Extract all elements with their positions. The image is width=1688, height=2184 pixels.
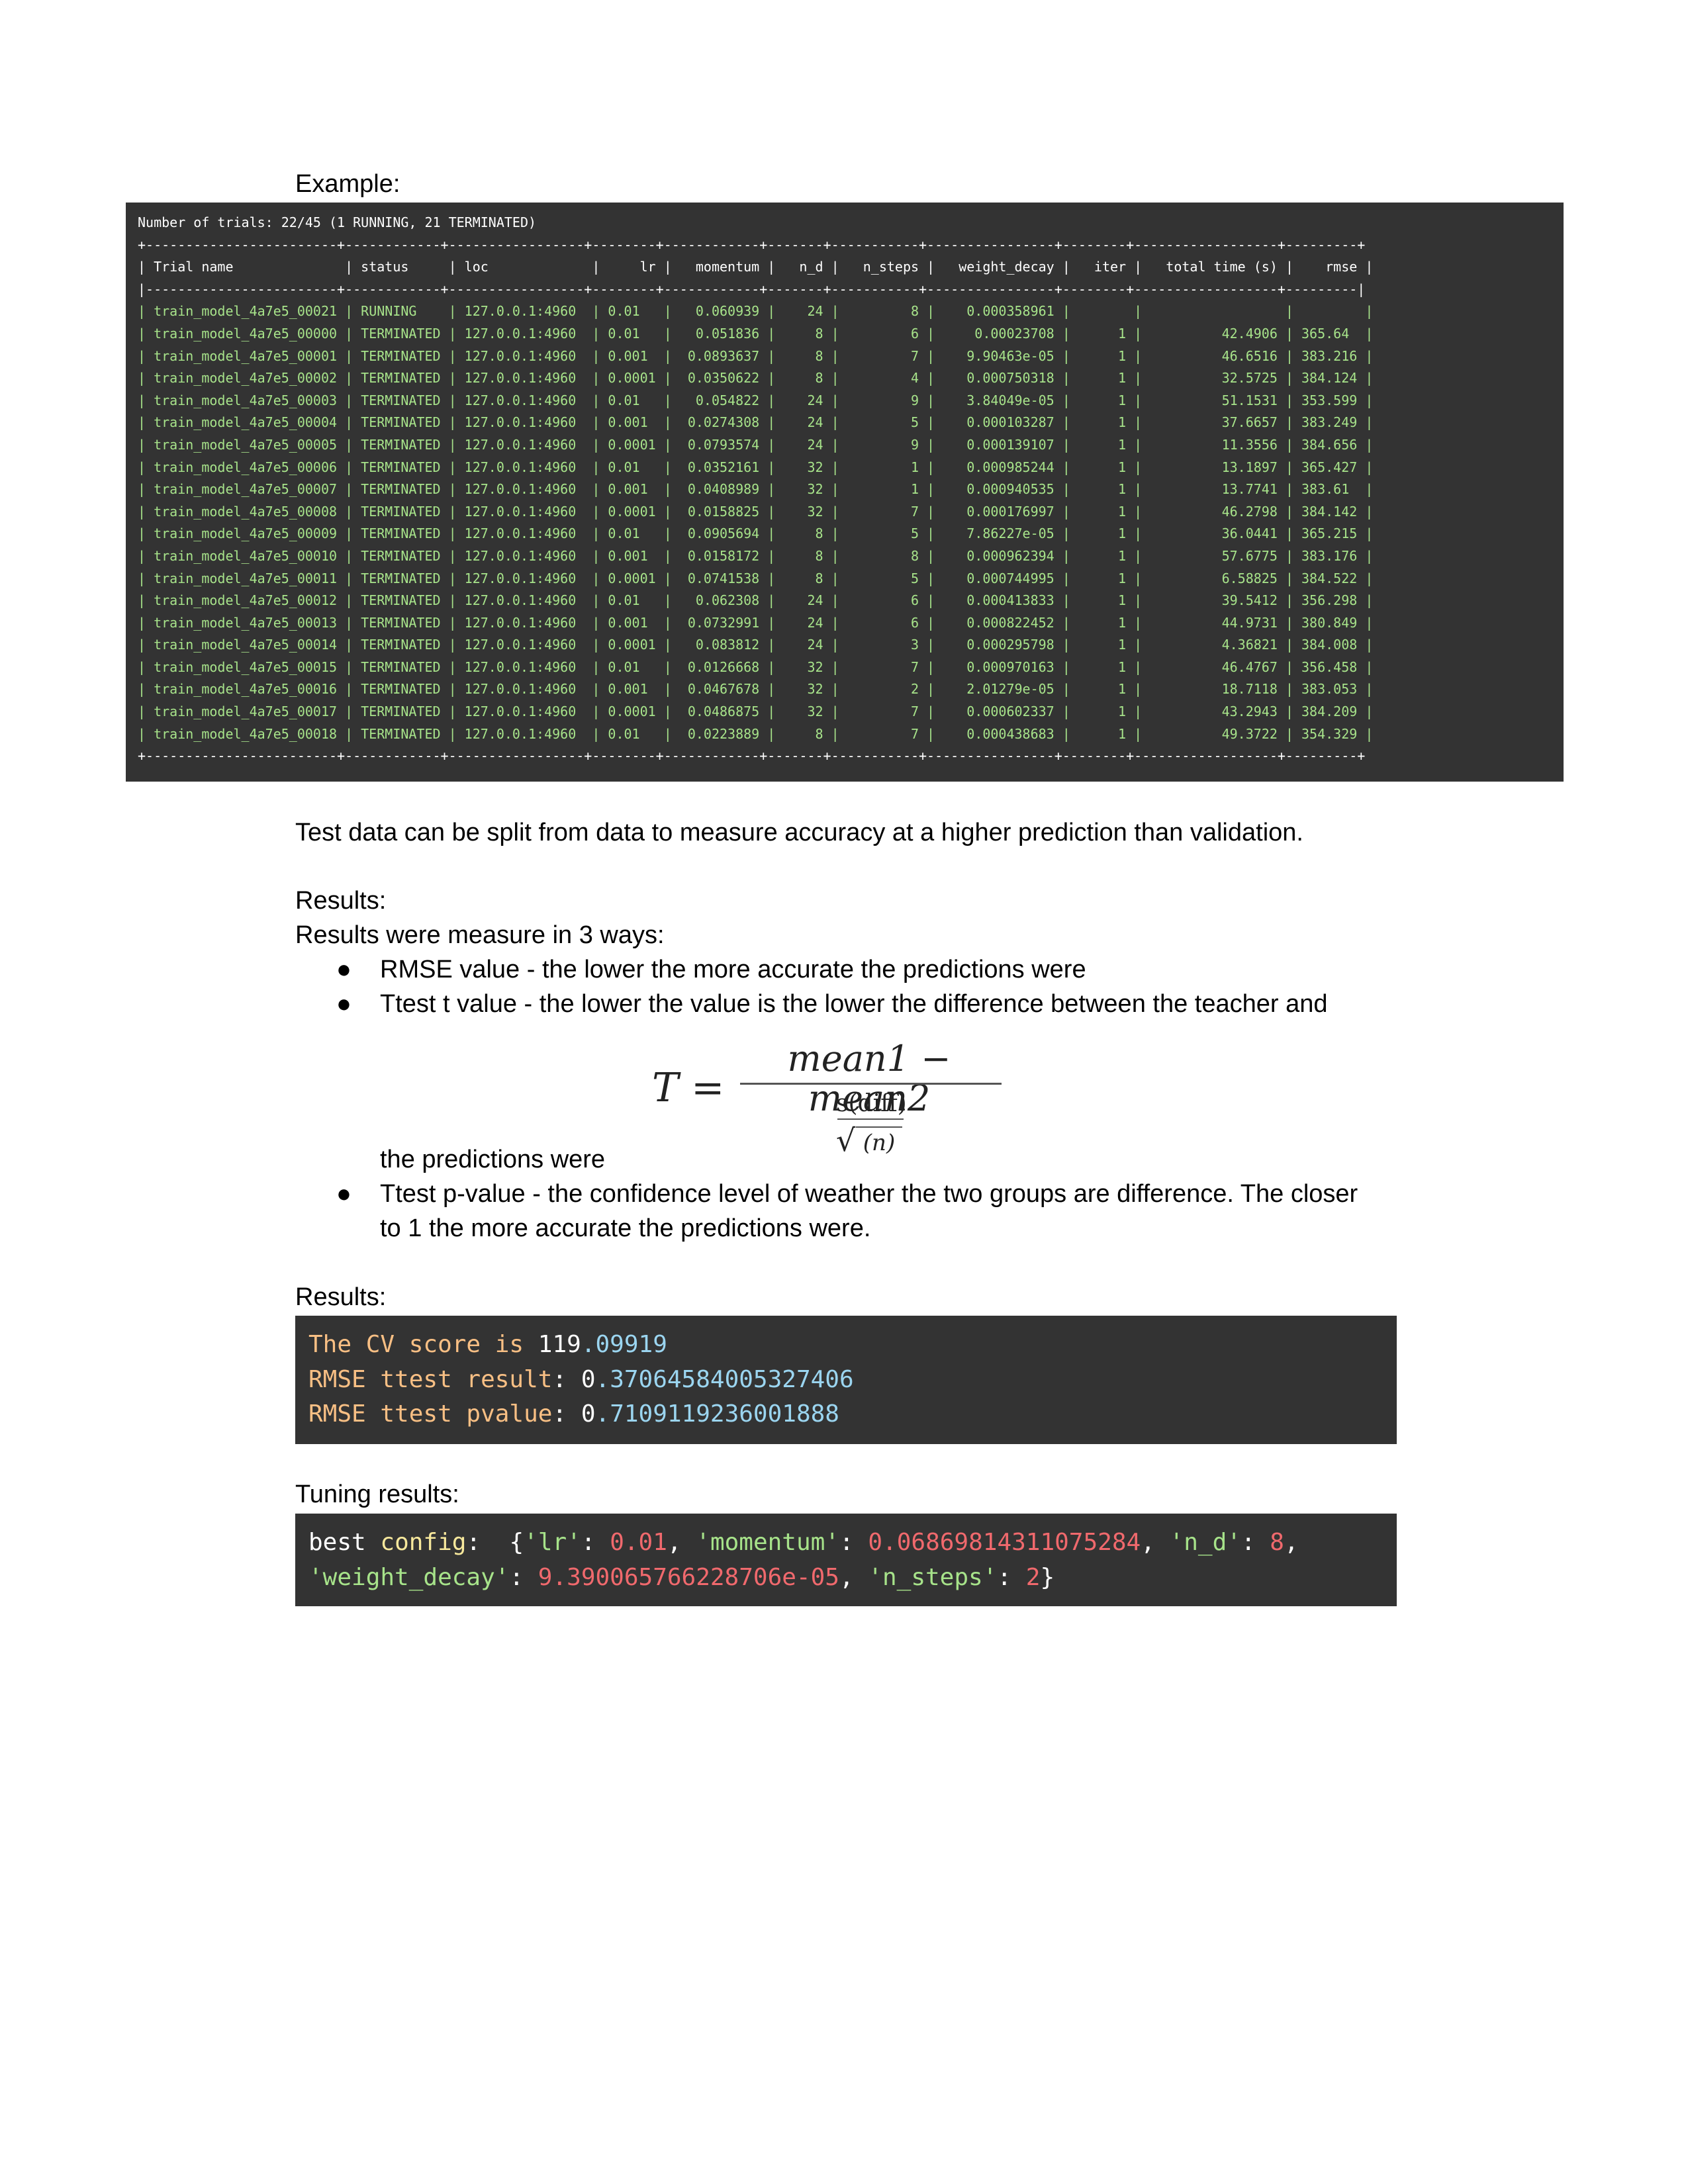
table-row: | train_model_4a7e5_00011 | TERMINATED |… (138, 570, 1374, 586)
table-header-separator: |------------------------+------------+-… (138, 281, 1366, 297)
table-row: | train_model_4a7e5_00010 | TERMINATED |… (138, 547, 1374, 564)
best-config-line-1: best config: {'lr': 0.01, 'momentum': 0.… (308, 1529, 1299, 1556)
t-test-formula: T = mean1 − mean2 s(diff) √ (n) (652, 1039, 1009, 1178)
table-row: | train_model_4a7e5_00006 | TERMINATED |… (138, 459, 1374, 475)
results-heading: Results: (295, 887, 387, 915)
sqrt-icon: √ (836, 1122, 856, 1158)
table-row: | train_model_4a7e5_00014 | TERMINATED |… (138, 637, 1374, 653)
formula-lhs: T = (652, 1065, 725, 1111)
table-row: | train_model_4a7e5_00015 | TERMINATED |… (138, 659, 1374, 675)
tuning-code-block: best config: {'lr': 0.01, 'momentum': 0.… (295, 1514, 1397, 1606)
table-row: | train_model_4a7e5_00004 | TERMINATED |… (138, 414, 1374, 431)
table-border-top: +------------------------+------------+-… (138, 236, 1366, 253)
table-row: | train_model_4a7e5_00009 | TERMINATED |… (138, 525, 1374, 542)
formula-fraction-bar (740, 1083, 1002, 1085)
table-row: | train_model_4a7e5_00008 | TERMINATED |… (138, 503, 1374, 520)
ttest-pvalue-line: RMSE ttest pvalue: 0.7109119236001888 (308, 1400, 839, 1428)
results-intro: Results were measure in 3 ways: (295, 921, 665, 949)
test-data-paragraph: Test data can be split from data to meas… (295, 819, 1303, 846)
results-heading-2: Results: (295, 1283, 387, 1311)
table-row: | train_model_4a7e5_00001 | TERMINATED |… (138, 347, 1374, 364)
ttest-result-line: RMSE ttest result: 0.37064584005327406 (308, 1365, 854, 1393)
table-row: | train_model_4a7e5_00018 | TERMINATED |… (138, 725, 1374, 742)
results-code-block: The CV score is 119.09919 RMSE ttest res… (295, 1316, 1397, 1444)
table-row: | train_model_4a7e5_00017 | TERMINATED |… (138, 704, 1374, 720)
table-border-bottom: +------------------------+------------+-… (138, 748, 1366, 764)
trial-summary: Number of trials: 22/45 (1 RUNNING, 21 T… (138, 214, 537, 230)
formula-inner-bar (837, 1118, 904, 1120)
table-row: | train_model_4a7e5_00005 | TERMINATED |… (138, 436, 1374, 453)
bullet-dot-icon: ● (336, 1180, 352, 1208)
table-row: | train_model_4a7e5_00013 | TERMINATED |… (138, 614, 1374, 631)
table-row: | train_model_4a7e5_00002 | TERMINATED |… (138, 370, 1374, 387)
bullet-continuation: the predictions were (380, 1146, 606, 1173)
bullet-dot-icon: ● (336, 956, 352, 983)
formula-inner-numerator: s(diff) (836, 1090, 907, 1117)
table-row: | train_model_4a7e5_00021 | RUNNING | 12… (138, 303, 1374, 320)
table-header-row: | Trial name | status | loc | lr | momen… (138, 259, 1374, 275)
bullet-dot-icon: ● (336, 990, 352, 1018)
tuning-heading: Tuning results: (295, 1480, 459, 1508)
table-row: | train_model_4a7e5_00003 | TERMINATED |… (138, 392, 1374, 408)
table-row: | train_model_4a7e5_00012 | TERMINATED |… (138, 592, 1374, 609)
bullet-ttest-p-continued: to 1 the more accurate the predictions w… (380, 1214, 871, 1242)
formula-inner-denominator: (n) (856, 1126, 902, 1158)
cv-score-line: The CV score is 119.09919 (308, 1331, 667, 1358)
table-row: | train_model_4a7e5_00000 | TERMINATED |… (138, 325, 1374, 341)
trial-output-terminal: Number of trials: 22/45 (1 RUNNING, 21 T… (126, 203, 1564, 782)
table-row: | train_model_4a7e5_00016 | TERMINATED |… (138, 681, 1374, 698)
example-label: Example: (295, 170, 400, 198)
trial-table: +------------------------+------------+-… (138, 234, 1552, 768)
best-config-line-2: 'weight_decay': 9.390065766228706e-05, '… (308, 1563, 1055, 1591)
table-row: | train_model_4a7e5_00007 | TERMINATED |… (138, 481, 1374, 498)
